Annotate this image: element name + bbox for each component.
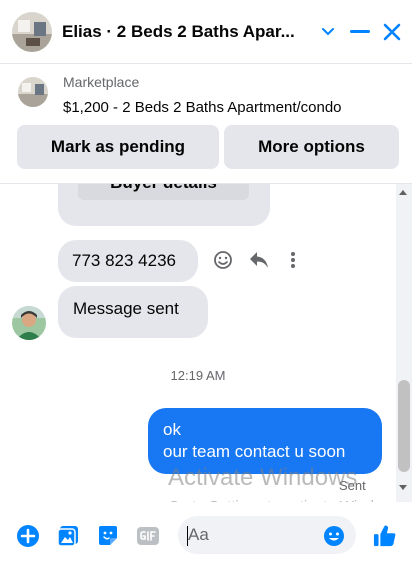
react-icon[interactable] (211, 248, 235, 272)
message-timestamp: 12:19 AM (170, 368, 226, 383)
emoji-icon[interactable] (322, 524, 346, 548)
contact-avatar[interactable] (12, 11, 52, 52)
reply-icon[interactable] (247, 248, 271, 272)
listing-title[interactable]: $1,200 - 2 Beds 2 Baths Apartment/condo (63, 99, 342, 116)
minimize-icon[interactable] (349, 21, 371, 43)
text-caret (187, 526, 188, 546)
scrollbar-thumb[interactable] (398, 380, 410, 472)
gif-icon[interactable] (136, 524, 160, 548)
like-icon[interactable] (373, 524, 397, 548)
photo-icon[interactable] (56, 524, 80, 548)
message-composer (0, 502, 412, 569)
chat-scrollbar[interactable] (396, 184, 412, 502)
sender-avatar[interactable] (12, 306, 46, 340)
listing-thumbnail[interactable] (18, 77, 48, 107)
outgoing-line: our team contact u soon (163, 442, 346, 461)
chat-title[interactable]: Elias · 2 Beds 2 Baths Apar... (62, 22, 307, 42)
incoming-message-bubble[interactable]: 773 823 4236 (58, 240, 198, 282)
add-icon[interactable] (16, 524, 40, 548)
chat-header: Elias · 2 Beds 2 Baths Apar... (0, 0, 412, 64)
close-icon[interactable] (381, 21, 403, 43)
marketplace-panel: Marketplace $1,200 - 2 Beds 2 Baths Apar… (0, 64, 412, 184)
mark-as-pending-button[interactable]: Mark as pending (17, 125, 219, 169)
outgoing-line: ok (163, 420, 181, 439)
scroll-up-arrow-icon[interactable] (399, 190, 407, 195)
buyer-details-card: Buyer details (58, 184, 270, 226)
outgoing-message-bubble[interactable]: ok our team contact u soon (148, 408, 382, 474)
more-options-button[interactable]: More options (224, 125, 399, 169)
marketplace-label: Marketplace (63, 74, 140, 90)
delivery-status: Sent (339, 478, 366, 493)
scroll-down-arrow-icon[interactable] (399, 485, 407, 490)
buyer-details-button[interactable]: Buyer details (78, 184, 249, 200)
more-actions-icon[interactable] (281, 248, 305, 272)
sticker-icon[interactable] (96, 524, 120, 548)
chevron-down-icon[interactable] (317, 21, 339, 43)
message-thread[interactable]: Buyer details 773 823 4236 Message sent … (0, 184, 396, 502)
message-sent-bubble[interactable]: Message sent (58, 286, 208, 338)
